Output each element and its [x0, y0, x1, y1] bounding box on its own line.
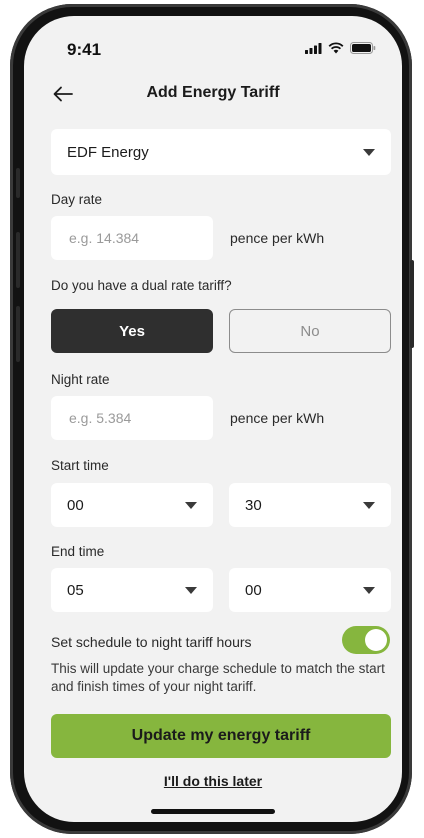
cellular-signal-icon	[305, 42, 322, 54]
day-rate-unit: pence per kWh	[230, 230, 325, 246]
toggle-knob	[365, 629, 387, 651]
night-rate-unit: pence per kWh	[230, 410, 325, 426]
volume-up-button	[16, 232, 20, 288]
start-hour-select[interactable]: 00	[51, 483, 213, 527]
wifi-icon	[328, 42, 344, 54]
header: Add Energy Tariff	[24, 80, 402, 110]
night-rate-label: Night rate	[51, 372, 110, 387]
schedule-toggle-label: Set schedule to night tariff hours	[51, 634, 252, 650]
schedule-description: This will update your charge schedule to…	[51, 661, 385, 694]
start-minute-select[interactable]: 30	[229, 483, 391, 527]
status-icons	[305, 42, 376, 54]
volume-down-button	[16, 306, 20, 362]
chevron-down-icon	[185, 501, 197, 509]
end-hour-value: 05	[67, 581, 84, 599]
end-time-label: End time	[51, 544, 105, 559]
end-hour-select[interactable]: 05	[51, 568, 213, 612]
battery-icon	[350, 42, 376, 54]
status-bar: 9:41	[24, 16, 402, 68]
day-rate-label: Day rate	[51, 192, 103, 207]
end-minute-value: 00	[245, 581, 262, 599]
home-indicator	[151, 809, 275, 814]
dual-rate-no-button[interactable]: No	[229, 309, 391, 353]
app-screen: 9:41 Add Energy Tariff EDF Energy Day ra…	[24, 16, 402, 822]
schedule-toggle[interactable]	[342, 626, 390, 654]
status-time: 9:41	[67, 40, 102, 59]
night-rate-field[interactable]	[51, 396, 213, 440]
mute-switch	[16, 168, 20, 198]
start-time-label: Start time	[51, 458, 109, 473]
update-tariff-button[interactable]: Update my energy tariff	[51, 714, 391, 758]
end-minute-select[interactable]: 00	[229, 568, 391, 612]
day-rate-input[interactable]	[67, 229, 197, 247]
chevron-down-icon	[363, 148, 375, 156]
night-rate-input[interactable]	[67, 409, 197, 427]
day-rate-field[interactable]	[51, 216, 213, 260]
page-title: Add Energy Tariff	[146, 84, 280, 101]
supplier-select[interactable]: EDF Energy	[51, 129, 391, 175]
start-minute-value: 30	[245, 496, 262, 514]
start-hour-value: 00	[67, 496, 84, 514]
chevron-down-icon	[363, 501, 375, 509]
dual-rate-yes-button[interactable]: Yes	[51, 309, 213, 353]
supplier-select-value: EDF Energy	[67, 143, 149, 161]
power-button	[410, 260, 414, 348]
chevron-down-icon	[363, 586, 375, 594]
chevron-down-icon	[185, 586, 197, 594]
dual-rate-question: Do you have a dual rate tariff?	[51, 278, 232, 293]
do-later-link[interactable]: I'll do this later	[24, 773, 402, 789]
